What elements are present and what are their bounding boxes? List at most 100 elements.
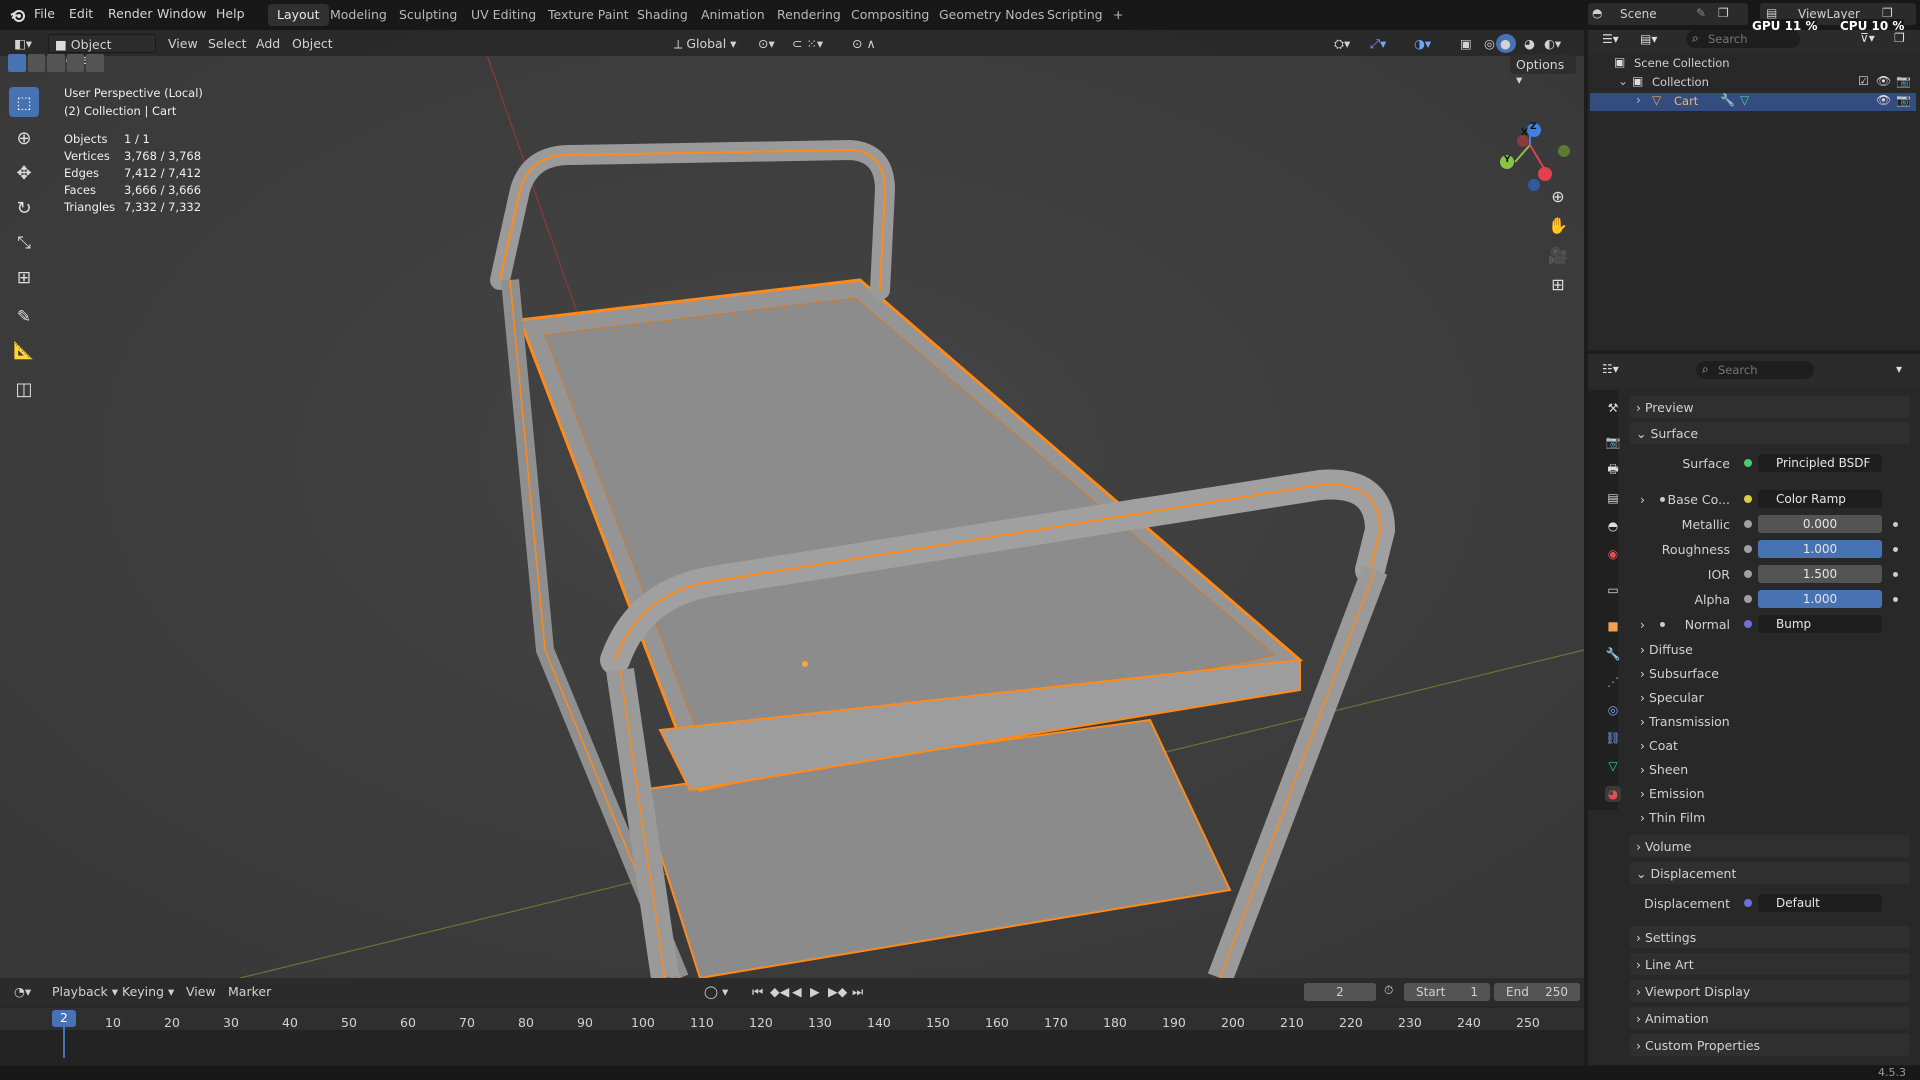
pivot-icon[interactable]: ⊙▾ <box>752 34 781 53</box>
menu-marker[interactable]: Marker <box>222 982 277 1001</box>
properties-search[interactable]: ⌕ Search <box>1696 361 1814 379</box>
menu-window[interactable]: Window <box>157 6 206 21</box>
menu-view[interactable]: View <box>162 34 204 53</box>
select-invert-icon[interactable] <box>66 54 85 72</box>
move-tool[interactable]: ✥ <box>9 158 39 188</box>
add-cube-tool[interactable]: ◫ <box>9 374 39 404</box>
object-tab-icon[interactable]: ■ <box>1605 618 1621 634</box>
volume-header[interactable]: › Volume <box>1636 839 1691 854</box>
surface-header[interactable]: ⌄ Surface <box>1636 426 1698 441</box>
zoom-icon[interactable]: ⊕ <box>1544 182 1572 210</box>
line-art-header[interactable]: › Line Art <box>1636 957 1694 972</box>
normal-expand-icon[interactable]: › <box>1640 617 1645 632</box>
proportional-edit-icon[interactable]: ⊙ ∧ <box>846 34 882 53</box>
view-layer-tab-icon[interactable]: ▤ <box>1605 490 1621 506</box>
tab-modeling[interactable]: Modeling <box>321 4 396 26</box>
select-subtract-icon[interactable] <box>47 54 65 72</box>
scale-tool[interactable]: ⤡ <box>9 228 39 258</box>
scene-tab-icon[interactable]: ◓ <box>1605 518 1621 534</box>
subpanel-subsurface[interactable]: › Subsurface <box>1640 666 1719 681</box>
subpanel-thin-film[interactable]: › Thin Film <box>1640 810 1705 825</box>
start-frame-field[interactable]: Start 1 <box>1404 983 1490 1001</box>
tab-geometry-nodes[interactable]: Geometry Nodes <box>930 4 1053 26</box>
exclude-checkbox-icon[interactable]: ☑ <box>1858 74 1869 88</box>
eye-icon[interactable]: 👁 <box>1876 93 1891 107</box>
roughness-field[interactable]: 1.000 <box>1758 540 1882 558</box>
menu-render[interactable]: Render <box>108 6 153 21</box>
keyframe-dot-icon[interactable] <box>1893 547 1898 552</box>
transform-tool[interactable]: ⊞ <box>9 263 39 293</box>
subpanel-specular[interactable]: › Specular <box>1640 690 1704 705</box>
tab-sculpting[interactable]: Sculpting <box>390 4 466 26</box>
keyframe-dot-icon[interactable] <box>1893 597 1898 602</box>
select-new-icon[interactable] <box>8 54 26 72</box>
menu-playback[interactable]: Playback ▾ <box>46 982 124 1001</box>
properties-options-icon[interactable]: ▾ <box>1896 362 1902 376</box>
physics-tab-icon[interactable]: ◎ <box>1605 702 1621 718</box>
new-scene-icon[interactable]: ❐ <box>1718 6 1729 20</box>
constraints-tab-icon[interactable]: ⛓ <box>1605 730 1621 746</box>
blender-logo-icon[interactable] <box>9 6 27 24</box>
tab-compositing[interactable]: Compositing <box>842 4 938 26</box>
camera-icon[interactable]: 📷 <box>1896 93 1911 107</box>
menu-timeline-view[interactable]: View <box>180 982 222 1001</box>
subpanel-emission[interactable]: › Emission <box>1640 786 1705 801</box>
overlay-toggle-icon[interactable]: ◑▾ <box>1408 34 1437 53</box>
particles-tab-icon[interactable]: ⋰ <box>1605 674 1621 690</box>
tab-animation[interactable]: Animation <box>692 4 774 26</box>
timeline-track-area[interactable] <box>0 1030 1584 1066</box>
camera-icon[interactable]: 📷 <box>1896 74 1911 88</box>
keyframe-dot-icon[interactable] <box>1893 522 1898 527</box>
tool-tab-icon[interactable]: ⚒ <box>1605 400 1621 416</box>
base-color-field[interactable]: Color Ramp <box>1758 490 1882 508</box>
scene-collection-row[interactable]: ▣ Scene Collection <box>1590 55 1916 73</box>
tab-layout[interactable]: Layout <box>268 4 329 26</box>
output-tab-icon[interactable]: 🖶 <box>1605 462 1621 478</box>
pin-icon[interactable]: ✎ <box>1696 6 1706 20</box>
displacement-field[interactable]: Default <box>1758 894 1882 912</box>
annotate-tool[interactable]: ✎ <box>9 302 39 332</box>
outliner-search[interactable]: ⌕ Search <box>1686 30 1800 48</box>
ortho-grid-icon[interactable]: ⊞ <box>1544 270 1572 298</box>
current-frame-field[interactable]: 2 <box>1304 983 1376 1001</box>
menu-edit[interactable]: Edit <box>69 6 93 21</box>
material-tab-icon[interactable]: ◕ <box>1605 786 1621 802</box>
collection-row[interactable]: ⌄ ▣ Collection ☑ 👁 📷 <box>1590 74 1916 92</box>
playhead-frame[interactable]: 2 <box>52 1010 76 1027</box>
ior-field[interactable]: 1.500 <box>1758 565 1882 583</box>
render-tab-icon[interactable]: 📷 <box>1605 434 1621 450</box>
subpanel-transmission[interactable]: › Transmission <box>1640 714 1730 729</box>
end-frame-field[interactable]: End 250 <box>1494 983 1580 1001</box>
tab-uv-editing[interactable]: UV Editing <box>462 4 545 26</box>
menu-select[interactable]: Select <box>202 34 253 53</box>
displacement-header[interactable]: ⌄ Displacement <box>1636 866 1736 881</box>
world-tab-icon[interactable]: ◉ <box>1605 546 1621 562</box>
editor-type-button[interactable]: ◧▾ <box>8 34 42 53</box>
xray-toggle-icon[interactable]: ▣ <box>1454 34 1478 53</box>
pan-hand-icon[interactable]: ✋ <box>1544 211 1572 239</box>
select-mode-group[interactable] <box>8 54 104 72</box>
display-mode-icon[interactable]: ▤▾ <box>1640 32 1657 46</box>
tab-shading[interactable]: Shading <box>628 4 697 26</box>
scene-selector[interactable]: ◓ Scene ✎ ❐ <box>1588 3 1748 25</box>
add-workspace-button[interactable]: + <box>1104 4 1132 26</box>
collapse-arrow-icon[interactable]: ⌄ <box>1618 74 1628 88</box>
data-tab-icon[interactable]: ▽ <box>1605 758 1621 774</box>
menu-file[interactable]: File <box>34 6 55 21</box>
menu-keying[interactable]: Keying ▾ <box>116 982 180 1001</box>
jump-end-icon[interactable]: ⏭ <box>846 982 869 1001</box>
camera-view-icon[interactable]: 🎥 <box>1544 241 1572 269</box>
custom-properties-header[interactable]: › Custom Properties <box>1636 1038 1760 1053</box>
select-box-tool[interactable]: ⬚ <box>9 87 39 117</box>
subpanel-sheen[interactable]: › Sheen <box>1640 762 1688 777</box>
cart-object-row[interactable]: › ▽ Cart 🔧 ▽ 👁 📷 <box>1590 93 1916 111</box>
transform-orientation[interactable]: ⟂ Global ▾ <box>668 34 744 53</box>
visibility-icon[interactable]: ⛭▾ <box>1328 34 1356 53</box>
timeline-editor-icon[interactable]: ◔▾ <box>8 982 37 1001</box>
select-intersect-icon[interactable] <box>86 54 104 72</box>
new-viewlayer-icon[interactable]: ❐ <box>1882 6 1893 20</box>
auto-keying-icon[interactable]: ◯ ▾ <box>698 982 734 1001</box>
shading-rendered-icon[interactable]: ◐▾ <box>1538 34 1567 53</box>
alpha-field[interactable]: 1.000 <box>1758 590 1882 608</box>
tab-scripting[interactable]: Scripting <box>1038 4 1112 26</box>
